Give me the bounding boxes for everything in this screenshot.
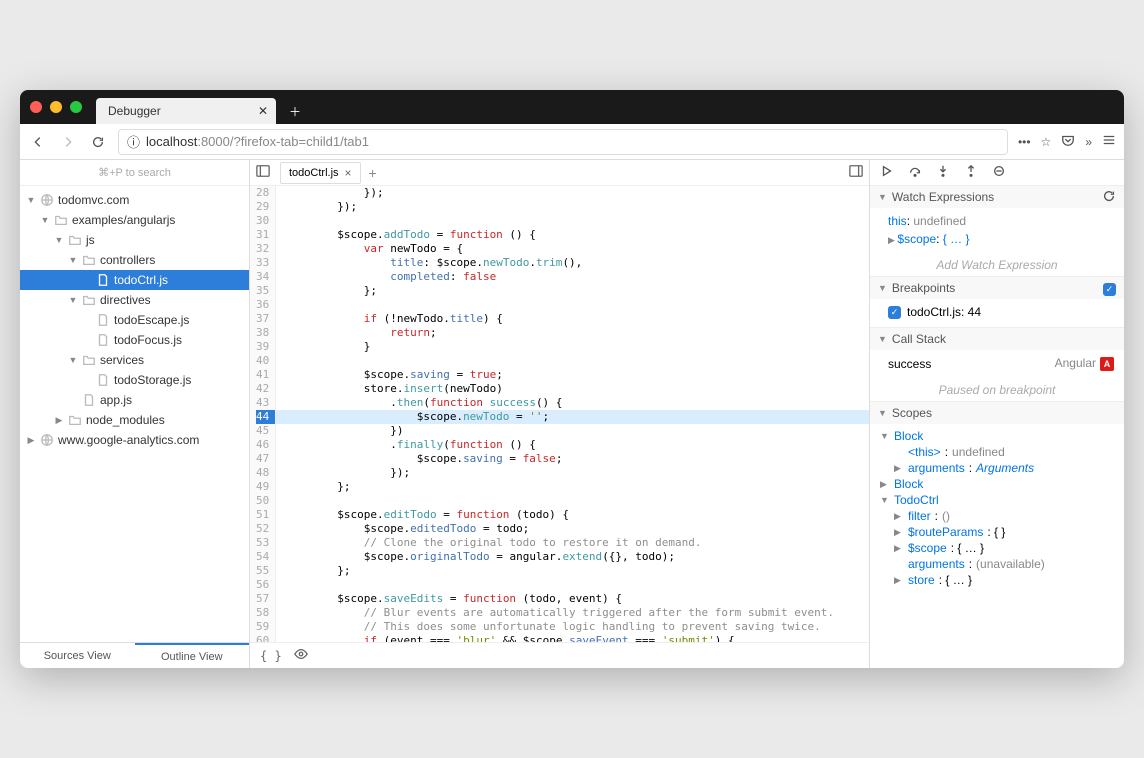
tree-folder[interactable]: ▶node_modules — [20, 410, 249, 430]
callstack-header[interactable]: ▼Call Stack — [870, 328, 1124, 350]
deactivate-bp-icon[interactable] — [992, 164, 1006, 181]
scope-item[interactable]: ▶arguments: Arguments — [880, 460, 1114, 476]
new-tab-button[interactable]: ＋ — [282, 98, 308, 124]
editor-tab-label: todoCtrl.js — [289, 167, 339, 179]
tree-file[interactable]: todoCtrl.js — [20, 270, 249, 290]
blackbox-icon[interactable] — [294, 647, 308, 664]
bookmark-icon[interactable]: ☆ — [1041, 135, 1052, 149]
close-editor-tab-icon[interactable]: × — [345, 166, 352, 180]
tree-folder[interactable]: ▼controllers — [20, 250, 249, 270]
url-host: localhost — [146, 134, 197, 149]
tree-folder[interactable]: ▼examples/angularjs — [20, 210, 249, 230]
titlebar: Debugger ✕ ＋ — [20, 90, 1124, 124]
breakpoint-item[interactable]: todoCtrl.js: 44 — [888, 303, 1114, 321]
step-out-icon[interactable] — [964, 164, 978, 181]
scope-item[interactable]: ▼TodoCtrl — [880, 492, 1114, 508]
tab-label: Debugger — [108, 104, 161, 118]
scope-item[interactable]: arguments: (unavailable) — [880, 556, 1114, 572]
tree-file[interactable]: todoEscape.js — [20, 310, 249, 330]
debug-controls — [870, 160, 1124, 186]
scopes-header[interactable]: ▼Scopes — [870, 402, 1124, 424]
toggle-sources-icon[interactable] — [256, 164, 270, 181]
tree-folder[interactable]: ▼directives — [20, 290, 249, 310]
add-watch-hint[interactable]: Add Watch Expression — [870, 254, 1124, 276]
scope-item[interactable]: ▶$routeParams: { } — [880, 524, 1114, 540]
tree-folder[interactable]: ▶www.google-analytics.com — [20, 430, 249, 450]
code-editor[interactable]: 2829303132333435363738394041424344454647… — [250, 186, 869, 642]
maximize-window-button[interactable] — [70, 101, 82, 113]
pretty-print-icon[interactable]: { } — [260, 649, 282, 663]
outline-view-tab[interactable]: Outline View — [135, 643, 250, 668]
info-icon: ⓘ — [127, 132, 140, 151]
pocket-icon[interactable] — [1061, 133, 1075, 150]
scope-item[interactable]: ▼Block — [880, 428, 1114, 444]
url-bar[interactable]: ⓘ localhost:8000/?firefox-tab=child1/tab… — [118, 129, 1008, 155]
menu-icon[interactable] — [1102, 133, 1116, 150]
more-icon[interactable]: ••• — [1018, 135, 1031, 149]
breakpoints-toggle[interactable] — [1103, 283, 1116, 296]
close-window-button[interactable] — [30, 101, 42, 113]
editor-panel: todoCtrl.js × + 2829303132333435363738394… — [250, 160, 870, 668]
tree-file[interactable]: app.js — [20, 390, 249, 410]
refresh-watch-icon[interactable] — [1102, 189, 1116, 206]
browser-window: Debugger ✕ ＋ ⓘ localhost:8000/?firefox-t… — [20, 90, 1124, 668]
minimize-window-button[interactable] — [50, 101, 62, 113]
step-in-icon[interactable] — [936, 164, 950, 181]
debugger-panel: ▼Watch Expressions this: undefined▶ $sco… — [870, 160, 1124, 668]
browser-tab[interactable]: Debugger ✕ — [96, 98, 276, 124]
scope-item[interactable]: <this>: undefined — [880, 444, 1114, 460]
tree-folder[interactable]: ▼todomvc.com — [20, 190, 249, 210]
new-editor-tab-button[interactable]: + — [369, 165, 377, 181]
sources-view-tab[interactable]: Sources View — [20, 643, 135, 668]
toggle-right-panel-icon[interactable] — [849, 164, 863, 181]
editor-tab[interactable]: todoCtrl.js × — [280, 162, 361, 184]
breakpoints-header[interactable]: ▼Breakpoints — [870, 277, 1124, 299]
resume-icon[interactable] — [880, 164, 894, 181]
sources-panel: ⌘+P to search ▼todomvc.com▼examples/angu… — [20, 160, 250, 668]
sources-search[interactable]: ⌘+P to search — [20, 160, 249, 186]
toolbar: ⓘ localhost:8000/?firefox-tab=child1/tab… — [20, 124, 1124, 160]
source-tree: ▼todomvc.com▼examples/angularjs▼js▼contr… — [20, 186, 249, 642]
tree-folder[interactable]: ▼services — [20, 350, 249, 370]
stack-frame[interactable]: successAngularA — [888, 354, 1114, 373]
scope-item[interactable]: ▶$scope: { … } — [880, 540, 1114, 556]
overflow-icon[interactable]: » — [1085, 135, 1092, 149]
watch-expression[interactable]: this: undefined — [888, 212, 1114, 230]
back-button[interactable] — [28, 132, 48, 152]
forward-button[interactable] — [58, 132, 78, 152]
tree-file[interactable]: todoStorage.js — [20, 370, 249, 390]
tree-file[interactable]: todoFocus.js — [20, 330, 249, 350]
close-tab-icon[interactable]: ✕ — [258, 104, 268, 118]
scope-item[interactable]: ▶filter:() — [880, 508, 1114, 524]
paused-message: Paused on breakpoint — [870, 379, 1124, 401]
watch-header[interactable]: ▼Watch Expressions — [870, 186, 1124, 208]
scope-item[interactable]: ▶Block — [880, 476, 1114, 492]
reload-button[interactable] — [88, 132, 108, 152]
tree-folder[interactable]: ▼js — [20, 230, 249, 250]
watch-expression[interactable]: ▶ $scope: { … } — [888, 230, 1114, 248]
step-over-icon[interactable] — [908, 164, 922, 181]
scope-item[interactable]: ▶store: { … } — [880, 572, 1114, 588]
